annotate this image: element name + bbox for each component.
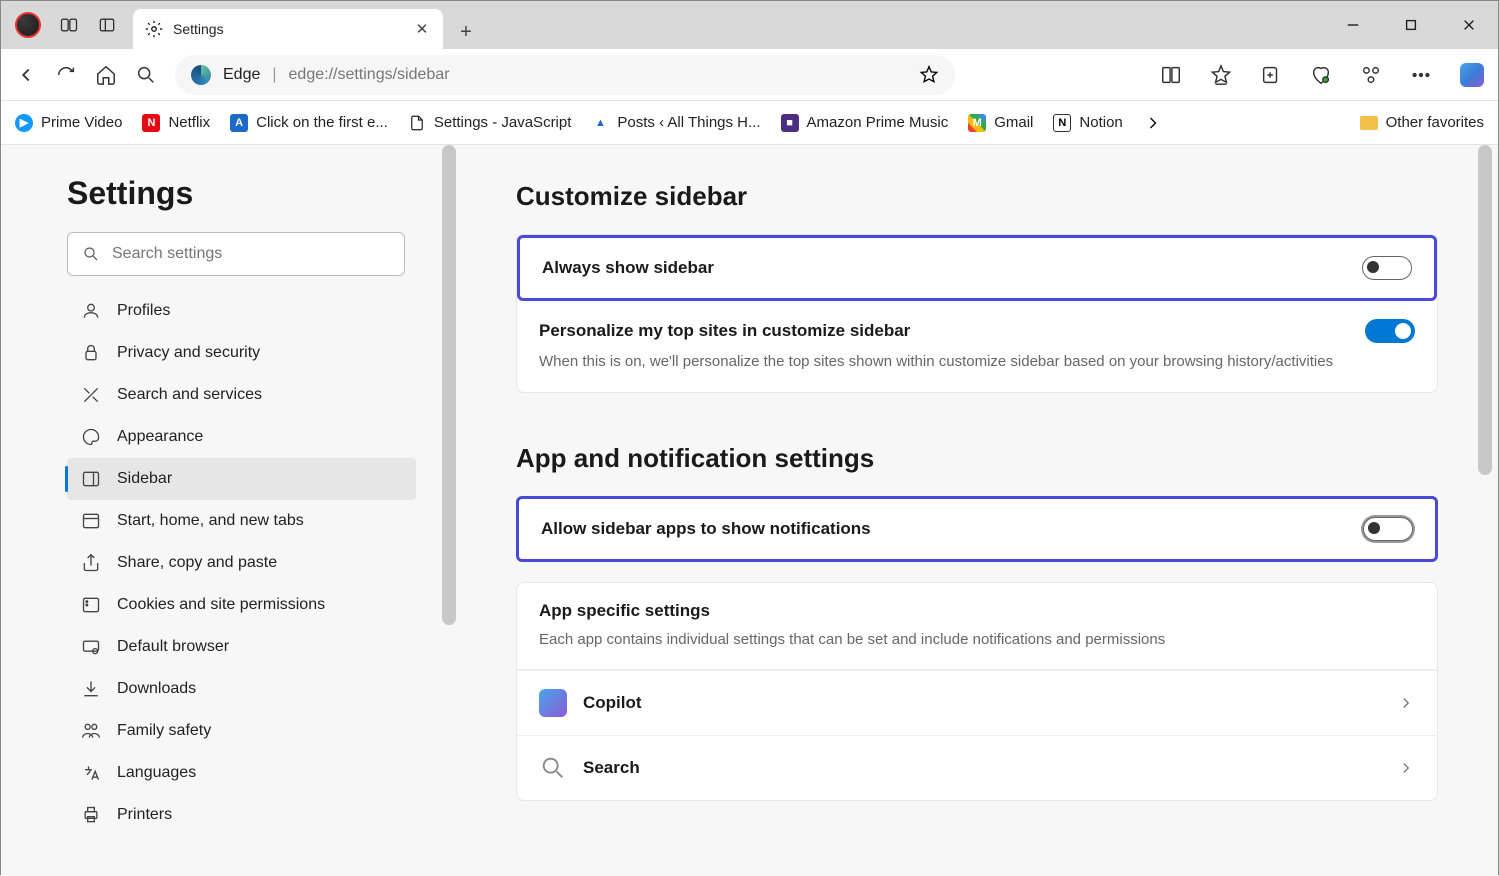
- nav-share-copy[interactable]: Share, copy and paste: [67, 542, 416, 584]
- copilot-icon[interactable]: [1460, 63, 1484, 87]
- edge-logo-icon: [191, 65, 211, 85]
- extensions-icon[interactable]: [1360, 64, 1382, 86]
- bookmark-item[interactable]: Settings - JavaScript: [408, 114, 572, 132]
- nav-sidebar[interactable]: Sidebar: [67, 458, 416, 500]
- section-customize-sidebar-title: Customize sidebar: [516, 181, 1438, 212]
- bookmark-item[interactable]: NNotion: [1053, 114, 1122, 132]
- favorite-star-icon[interactable]: [919, 65, 939, 85]
- chevron-right-icon: [1397, 694, 1415, 712]
- search-app-icon: [539, 754, 567, 782]
- search-button[interactable]: [135, 64, 157, 86]
- bookmark-item[interactable]: NNetflix: [142, 114, 210, 132]
- close-window-button[interactable]: [1440, 5, 1498, 45]
- bookmark-item[interactable]: ▲Posts ‹ All Things H...: [591, 114, 760, 132]
- nav-default-browser[interactable]: Default browser: [67, 626, 416, 668]
- copilot-app-icon: [539, 689, 567, 717]
- content-scrollbar[interactable]: [1478, 145, 1492, 475]
- nav-printers[interactable]: Printers: [67, 794, 416, 836]
- tab-close-button[interactable]: ✕: [413, 20, 431, 38]
- app-row-copilot[interactable]: Copilot: [517, 670, 1437, 735]
- toggle-always-show-sidebar[interactable]: [1362, 256, 1412, 280]
- refresh-button[interactable]: [55, 64, 77, 86]
- toggle-allow-notifications[interactable]: [1363, 517, 1413, 541]
- collections-icon[interactable]: [1260, 64, 1282, 86]
- setting-always-show-sidebar: Always show sidebar: [517, 235, 1437, 301]
- setting-allow-notifications: Allow sidebar apps to show notifications: [519, 499, 1435, 559]
- toggle-personalize-top-sites[interactable]: [1365, 319, 1415, 343]
- nav-languages[interactable]: Languages: [67, 752, 416, 794]
- tab-actions-icon[interactable]: [97, 15, 117, 35]
- nav-start-home[interactable]: Start, home, and new tabs: [67, 500, 416, 542]
- bookmarks-bar: ▶Prime Video NNetflix AClick on the firs…: [1, 101, 1498, 145]
- nav-family-safety[interactable]: Family safety: [67, 710, 416, 752]
- app-row-search[interactable]: Search: [517, 735, 1437, 800]
- nav-search-services[interactable]: Search and services: [67, 374, 416, 416]
- minimize-button[interactable]: [1324, 5, 1382, 45]
- chevron-right-icon: [1397, 759, 1415, 777]
- bookmark-item[interactable]: ■Amazon Prime Music: [781, 114, 949, 132]
- settings-search-input[interactable]: [112, 245, 390, 263]
- browser-toolbar: Edge | edge://settings/sidebar: [1, 49, 1498, 101]
- nav-privacy[interactable]: Privacy and security: [67, 332, 416, 374]
- settings-search-box[interactable]: [67, 232, 405, 276]
- settings-content: Customize sidebar Always show sidebar Pe…: [456, 145, 1498, 876]
- other-favorites-button[interactable]: Other favorites: [1360, 114, 1484, 131]
- address-url: edge://settings/sidebar: [289, 66, 907, 84]
- settings-title: Settings: [67, 175, 416, 212]
- bookmark-item[interactable]: ▶Prime Video: [15, 114, 122, 132]
- address-brand: Edge: [223, 66, 260, 84]
- nav-appearance[interactable]: Appearance: [67, 416, 416, 458]
- nav-downloads[interactable]: Downloads: [67, 668, 416, 710]
- address-bar[interactable]: Edge | edge://settings/sidebar: [175, 55, 955, 95]
- profile-avatar[interactable]: [15, 12, 41, 38]
- app-specific-settings-header: App specific settings Each app contains …: [517, 583, 1437, 671]
- window-titlebar: Settings ✕ +: [1, 1, 1498, 49]
- bookmark-item[interactable]: AClick on the first e...: [230, 114, 388, 132]
- nav-cookies[interactable]: Cookies and site permissions: [67, 584, 416, 626]
- sidebar-scrollbar[interactable]: [442, 145, 456, 625]
- workspaces-icon[interactable]: [59, 15, 79, 35]
- bookmarks-overflow-button[interactable]: [1143, 113, 1163, 133]
- setting-personalize-top-sites: Personalize my top sites in customize si…: [517, 301, 1437, 392]
- browser-tab[interactable]: Settings ✕: [133, 9, 443, 49]
- tab-title: Settings: [173, 21, 403, 37]
- home-button[interactable]: [95, 64, 117, 86]
- maximize-button[interactable]: [1382, 5, 1440, 45]
- bookmark-item[interactable]: MGmail: [968, 114, 1033, 132]
- search-icon: [82, 245, 100, 263]
- gear-icon: [145, 20, 163, 38]
- more-menu-icon[interactable]: [1410, 64, 1432, 86]
- nav-profiles[interactable]: Profiles: [67, 290, 416, 332]
- section-app-notification-title: App and notification settings: [516, 443, 1438, 474]
- folder-icon: [1360, 116, 1378, 130]
- health-icon[interactable]: [1310, 64, 1332, 86]
- back-button[interactable]: [15, 64, 37, 86]
- settings-sidebar: Settings Profiles Privacy and security S…: [1, 145, 456, 876]
- favorites-icon[interactable]: [1210, 64, 1232, 86]
- split-screen-icon[interactable]: [1160, 64, 1182, 86]
- new-tab-button[interactable]: +: [449, 15, 483, 49]
